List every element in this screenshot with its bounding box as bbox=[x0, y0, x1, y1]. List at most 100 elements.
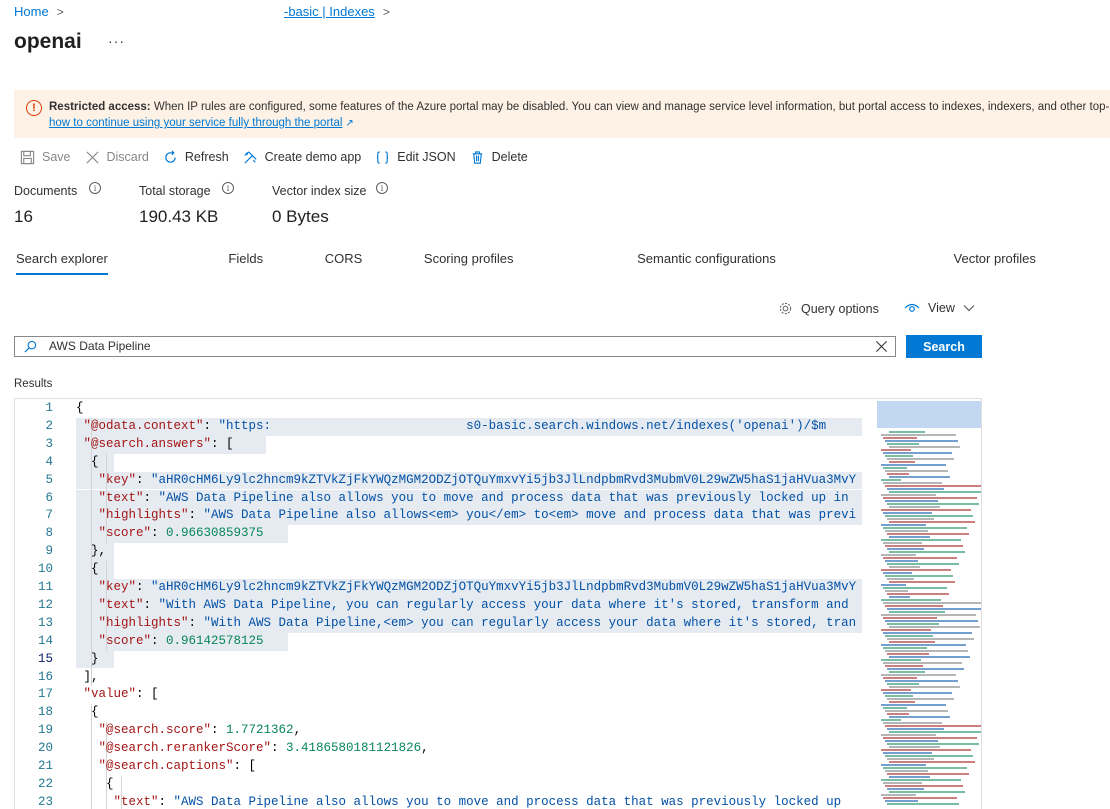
banner-link[interactable]: how to continue using your service fully… bbox=[49, 117, 354, 129]
code-line: ], bbox=[83, 669, 99, 684]
info-icon[interactable]: i bbox=[222, 182, 234, 194]
tab-scoring-profiles[interactable]: Scoring profiles bbox=[424, 251, 514, 275]
minimap-line bbox=[883, 767, 967, 769]
refresh-button[interactable]: Refresh bbox=[163, 150, 229, 165]
minimap[interactable] bbox=[863, 399, 981, 809]
code-line: "text": "AWS Data Pipeline also allows y… bbox=[113, 794, 842, 809]
braces-icon bbox=[377, 150, 389, 164]
line-number: 15 bbox=[37, 651, 53, 666]
code-line: "@search.score": 1.7721362, bbox=[98, 723, 302, 738]
refresh-label: Refresh bbox=[184, 150, 229, 164]
minimap-line bbox=[889, 581, 955, 583]
search-button[interactable]: Search bbox=[906, 335, 982, 358]
line-number: 1 bbox=[45, 401, 53, 415]
minimap-line bbox=[887, 698, 954, 700]
tab-fields[interactable]: Fields bbox=[228, 251, 263, 275]
minimap-line bbox=[881, 464, 946, 466]
line-number: 19 bbox=[37, 723, 53, 738]
info-icon[interactable]: i bbox=[376, 182, 388, 194]
tab-cors[interactable]: CORS bbox=[325, 251, 363, 275]
line-number: 10 bbox=[37, 562, 53, 577]
tab-strip: Search explorer Fields CORS Scoring prof… bbox=[16, 251, 1036, 266]
minimap-line bbox=[881, 719, 901, 721]
minimap-slider[interactable] bbox=[877, 401, 981, 428]
minimap-line bbox=[883, 782, 922, 784]
save-button[interactable]: Save bbox=[20, 150, 71, 165]
minimap-line bbox=[887, 788, 924, 790]
discard-button[interactable]: Discard bbox=[85, 150, 149, 165]
breadcrumb: Home > bbox=[14, 4, 74, 19]
delete-button[interactable]: Delete bbox=[470, 150, 528, 165]
minimap-line bbox=[883, 647, 927, 649]
minimap-line bbox=[889, 671, 925, 673]
minimap-line bbox=[883, 602, 981, 604]
edit-json-button[interactable]: Edit JSON bbox=[375, 150, 456, 165]
line-number: 6 bbox=[45, 490, 53, 505]
minimap-line bbox=[889, 431, 925, 433]
minimap-line bbox=[887, 533, 969, 535]
minimap-line bbox=[881, 734, 936, 736]
view-dropdown[interactable]: View bbox=[904, 301, 975, 315]
line-number: 13 bbox=[37, 615, 53, 630]
line-number-gutter: 1 2 3 4 5 6 7 8 9 10 11 12 13 14 15 16 17 18 19 20 21 22 23 bbox=[15, 399, 73, 809]
minimap-line bbox=[885, 680, 958, 682]
breadcrumb-home[interactable]: Home bbox=[14, 4, 49, 19]
minimap-line bbox=[887, 623, 939, 625]
more-options-button[interactable]: ··· bbox=[108, 33, 125, 49]
external-link-icon: ↗ bbox=[345, 118, 354, 129]
line-number: 22 bbox=[37, 776, 53, 791]
minimap-line bbox=[881, 689, 911, 691]
warning-icon: ! bbox=[26, 100, 42, 116]
minimap-line bbox=[889, 446, 960, 448]
minimap-line bbox=[887, 683, 919, 685]
minimap-line bbox=[881, 539, 961, 541]
code-line: "text": "With AWS Data Pipeline, you can… bbox=[98, 597, 849, 612]
results-json-editor[interactable]: 1 2 3 4 5 6 7 8 9 10 11 12 13 14 15 16 17 18 19 20 21 22 23 {"… bbox=[14, 398, 982, 809]
code-line: { bbox=[76, 401, 84, 415]
minimap-line bbox=[889, 641, 935, 643]
banner-link-text[interactable]: how to continue using your service fully… bbox=[49, 117, 342, 129]
minimap-line bbox=[889, 461, 915, 463]
minimap-line bbox=[881, 779, 961, 781]
minimap-line bbox=[883, 482, 942, 484]
tab-semantic-configurations[interactable]: Semantic configurations bbox=[637, 251, 776, 275]
code-area[interactable]: {"@odata.context": "https: s0-basic.sear… bbox=[76, 399, 862, 809]
save-icon bbox=[20, 150, 35, 164]
minimap-line bbox=[885, 635, 933, 637]
info-icon[interactable]: i bbox=[89, 182, 101, 194]
edit-json-label: Edit JSON bbox=[397, 150, 456, 164]
line-number: 12 bbox=[37, 597, 53, 612]
code-line: "key": "aHR0cHM6Ly9lc2hncm9kZTVkZjFkYWQz… bbox=[98, 580, 857, 594]
minimap-line bbox=[889, 521, 975, 523]
clear-icon[interactable] bbox=[875, 340, 888, 353]
query-options-button[interactable]: Query options bbox=[778, 301, 879, 316]
minimap-line bbox=[887, 548, 924, 550]
minimap-line bbox=[889, 476, 950, 478]
minimap-line bbox=[885, 725, 981, 727]
minimap-line bbox=[887, 713, 909, 715]
minimap-line bbox=[887, 593, 949, 595]
code-line: { bbox=[91, 705, 99, 720]
minimap-line bbox=[881, 554, 916, 556]
tab-search-explorer[interactable]: Search explorer bbox=[16, 251, 108, 275]
minimap-line bbox=[881, 509, 971, 511]
minimap-line bbox=[889, 491, 981, 493]
minimap-line bbox=[887, 638, 974, 640]
breadcrumb-service-link[interactable]: -basic | Indexes bbox=[284, 4, 375, 19]
minimap-line bbox=[881, 584, 906, 586]
tab-vector-profiles[interactable]: Vector profiles bbox=[954, 251, 1036, 275]
create-demo-app-button[interactable]: Create demo app bbox=[243, 150, 361, 165]
minimap-line bbox=[885, 470, 948, 472]
minimap-line bbox=[883, 752, 932, 754]
line-number: 18 bbox=[37, 705, 53, 720]
code-line: { bbox=[91, 454, 99, 469]
search-input[interactable] bbox=[49, 339, 849, 353]
total-storage-value: 190.43 KB bbox=[139, 207, 219, 226]
code-line: "highlights": "With AWS Data Pipeline,<e… bbox=[98, 615, 857, 630]
minimap-line bbox=[887, 803, 959, 805]
page-title: openai bbox=[14, 30, 82, 53]
minimap-line bbox=[885, 770, 928, 772]
minimap-line bbox=[883, 557, 957, 559]
minimap-line bbox=[883, 497, 977, 499]
gear-icon bbox=[779, 302, 792, 315]
